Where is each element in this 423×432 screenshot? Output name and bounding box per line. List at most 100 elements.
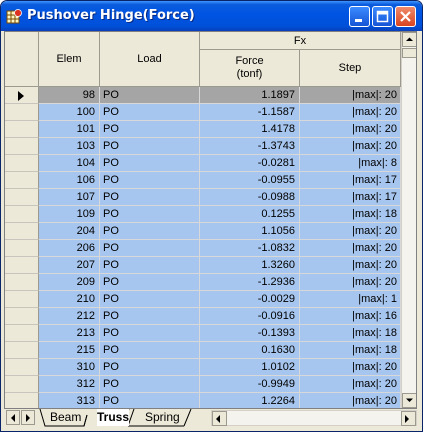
table-row[interactable]: 212 PO -0.0916 |max|: 16 — [5, 308, 401, 325]
force-cell[interactable]: -1.3743 — [200, 138, 300, 155]
horizontal-scrollbar[interactable] — [211, 410, 417, 426]
tab-spring[interactable]: Spring — [145, 409, 180, 426]
force-cell[interactable]: -0.0955 — [200, 172, 300, 189]
step-cell[interactable]: |max|: 16 — [300, 308, 401, 325]
table-row[interactable]: 100 PO -1.1587 |max|: 20 — [5, 104, 401, 121]
force-cell[interactable]: -0.0916 — [200, 308, 300, 325]
load-cell[interactable]: PO — [100, 87, 200, 104]
load-cell[interactable]: PO — [100, 121, 200, 138]
table-row[interactable]: 206 PO -1.0832 |max|: 20 — [5, 240, 401, 257]
table-row[interactable]: 107 PO -0.0988 |max|: 17 — [5, 189, 401, 206]
hscroll-left-button[interactable] — [212, 411, 227, 426]
row-header[interactable] — [5, 240, 39, 257]
hscroll-right-button[interactable] — [401, 411, 416, 426]
load-cell[interactable]: PO — [100, 240, 200, 257]
elem-cell[interactable]: 310 — [39, 359, 100, 376]
step-cell[interactable]: |max|: 20 — [300, 240, 401, 257]
table-row[interactable]: 98 PO 1.1897 |max|: 20 — [5, 87, 401, 104]
elem-cell[interactable]: 213 — [39, 325, 100, 342]
table-row[interactable]: 104 PO -0.0281 |max|: 8 — [5, 155, 401, 172]
elem-column-header[interactable]: Elem — [39, 32, 100, 87]
row-header[interactable] — [5, 121, 39, 138]
scroll-down-button[interactable] — [402, 393, 416, 408]
step-cell[interactable]: |max|: 8 — [300, 155, 401, 172]
tab-scroll-left-button[interactable] — [6, 410, 20, 425]
elem-cell[interactable]: 206 — [39, 240, 100, 257]
table-row[interactable]: 109 PO 0.1255 |max|: 18 — [5, 206, 401, 223]
table-row[interactable]: 101 PO 1.4178 |max|: 20 — [5, 121, 401, 138]
load-cell[interactable]: PO — [100, 155, 200, 172]
load-cell[interactable]: PO — [100, 138, 200, 155]
row-header[interactable] — [5, 155, 39, 172]
load-cell[interactable]: PO — [100, 274, 200, 291]
elem-cell[interactable]: 103 — [39, 138, 100, 155]
step-cell[interactable]: |max|: 20 — [300, 274, 401, 291]
table-row[interactable]: 209 PO -1.2936 |max|: 20 — [5, 274, 401, 291]
title-bar[interactable]: Pushover Hinge(Force) — [1, 1, 422, 31]
step-cell[interactable]: |max|: 20 — [300, 138, 401, 155]
load-cell[interactable]: PO — [100, 257, 200, 274]
load-cell[interactable]: PO — [100, 393, 200, 408]
force-cell[interactable]: -0.0029 — [200, 291, 300, 308]
step-cell[interactable]: |max|: 20 — [300, 359, 401, 376]
close-button[interactable] — [395, 6, 416, 27]
row-header[interactable] — [5, 393, 39, 408]
force-cell[interactable]: 1.1897 — [200, 87, 300, 104]
elem-cell[interactable]: 98 — [39, 87, 100, 104]
force-cell[interactable]: 1.1056 — [200, 223, 300, 240]
maximize-button[interactable] — [372, 6, 393, 27]
force-cell[interactable]: -0.9949 — [200, 376, 300, 393]
table-row[interactable]: 312 PO -0.9949 |max|: 20 — [5, 376, 401, 393]
elem-cell[interactable]: 212 — [39, 308, 100, 325]
step-cell[interactable]: |max|: 1 — [300, 291, 401, 308]
elem-cell[interactable]: 107 — [39, 189, 100, 206]
force-cell[interactable]: 0.1255 — [200, 206, 300, 223]
step-cell[interactable]: |max|: 20 — [300, 104, 401, 121]
force-cell[interactable]: -0.0281 — [200, 155, 300, 172]
tab-beam[interactable]: Beam — [50, 409, 81, 426]
elem-cell[interactable]: 215 — [39, 342, 100, 359]
force-cell[interactable]: 1.3260 — [200, 257, 300, 274]
tab-truss[interactable]: Truss — [97, 409, 130, 426]
step-cell[interactable]: |max|: 17 — [300, 189, 401, 206]
step-cell[interactable]: |max|: 17 — [300, 172, 401, 189]
load-cell[interactable]: PO — [100, 223, 200, 240]
tab-scroll-right-button[interactable] — [21, 410, 35, 425]
row-header[interactable] — [5, 376, 39, 393]
table-row[interactable]: 204 PO 1.1056 |max|: 20 — [5, 223, 401, 240]
load-cell[interactable]: PO — [100, 376, 200, 393]
table-row[interactable]: 210 PO -0.0029 |max|: 1 — [5, 291, 401, 308]
row-header[interactable] — [5, 325, 39, 342]
scroll-up-button[interactable] — [402, 32, 416, 47]
load-column-header[interactable]: Load — [100, 32, 200, 87]
scroll-thumb[interactable] — [402, 48, 416, 58]
elem-cell[interactable]: 312 — [39, 376, 100, 393]
table-row[interactable]: 213 PO -0.1393 |max|: 18 — [5, 325, 401, 342]
row-header[interactable] — [5, 104, 39, 121]
load-cell[interactable]: PO — [100, 291, 200, 308]
table-row[interactable]: 207 PO 1.3260 |max|: 20 — [5, 257, 401, 274]
corner-header[interactable] — [5, 32, 39, 87]
step-cell[interactable]: |max|: 18 — [300, 342, 401, 359]
elem-cell[interactable]: 100 — [39, 104, 100, 121]
force-cell[interactable]: 1.2264 — [200, 393, 300, 408]
step-cell[interactable]: |max|: 18 — [300, 325, 401, 342]
results-grid[interactable]: Elem Load Fx Force (tonf) Step 98 PO 1.189… — [4, 31, 417, 409]
elem-cell[interactable]: 209 — [39, 274, 100, 291]
row-header[interactable] — [5, 138, 39, 155]
elem-cell[interactable]: 101 — [39, 121, 100, 138]
row-header[interactable] — [5, 342, 39, 359]
load-cell[interactable]: PO — [100, 325, 200, 342]
row-header[interactable] — [5, 189, 39, 206]
load-cell[interactable]: PO — [100, 172, 200, 189]
row-header[interactable] — [5, 359, 39, 376]
elem-cell[interactable]: 313 — [39, 393, 100, 408]
step-cell[interactable]: |max|: 20 — [300, 87, 401, 104]
step-cell[interactable]: |max|: 20 — [300, 376, 401, 393]
step-cell[interactable]: |max|: 20 — [300, 257, 401, 274]
row-header[interactable] — [5, 206, 39, 223]
fx-group-header[interactable]: Fx — [200, 32, 401, 50]
load-cell[interactable]: PO — [100, 308, 200, 325]
step-cell[interactable]: |max|: 18 — [300, 206, 401, 223]
elem-cell[interactable]: 104 — [39, 155, 100, 172]
